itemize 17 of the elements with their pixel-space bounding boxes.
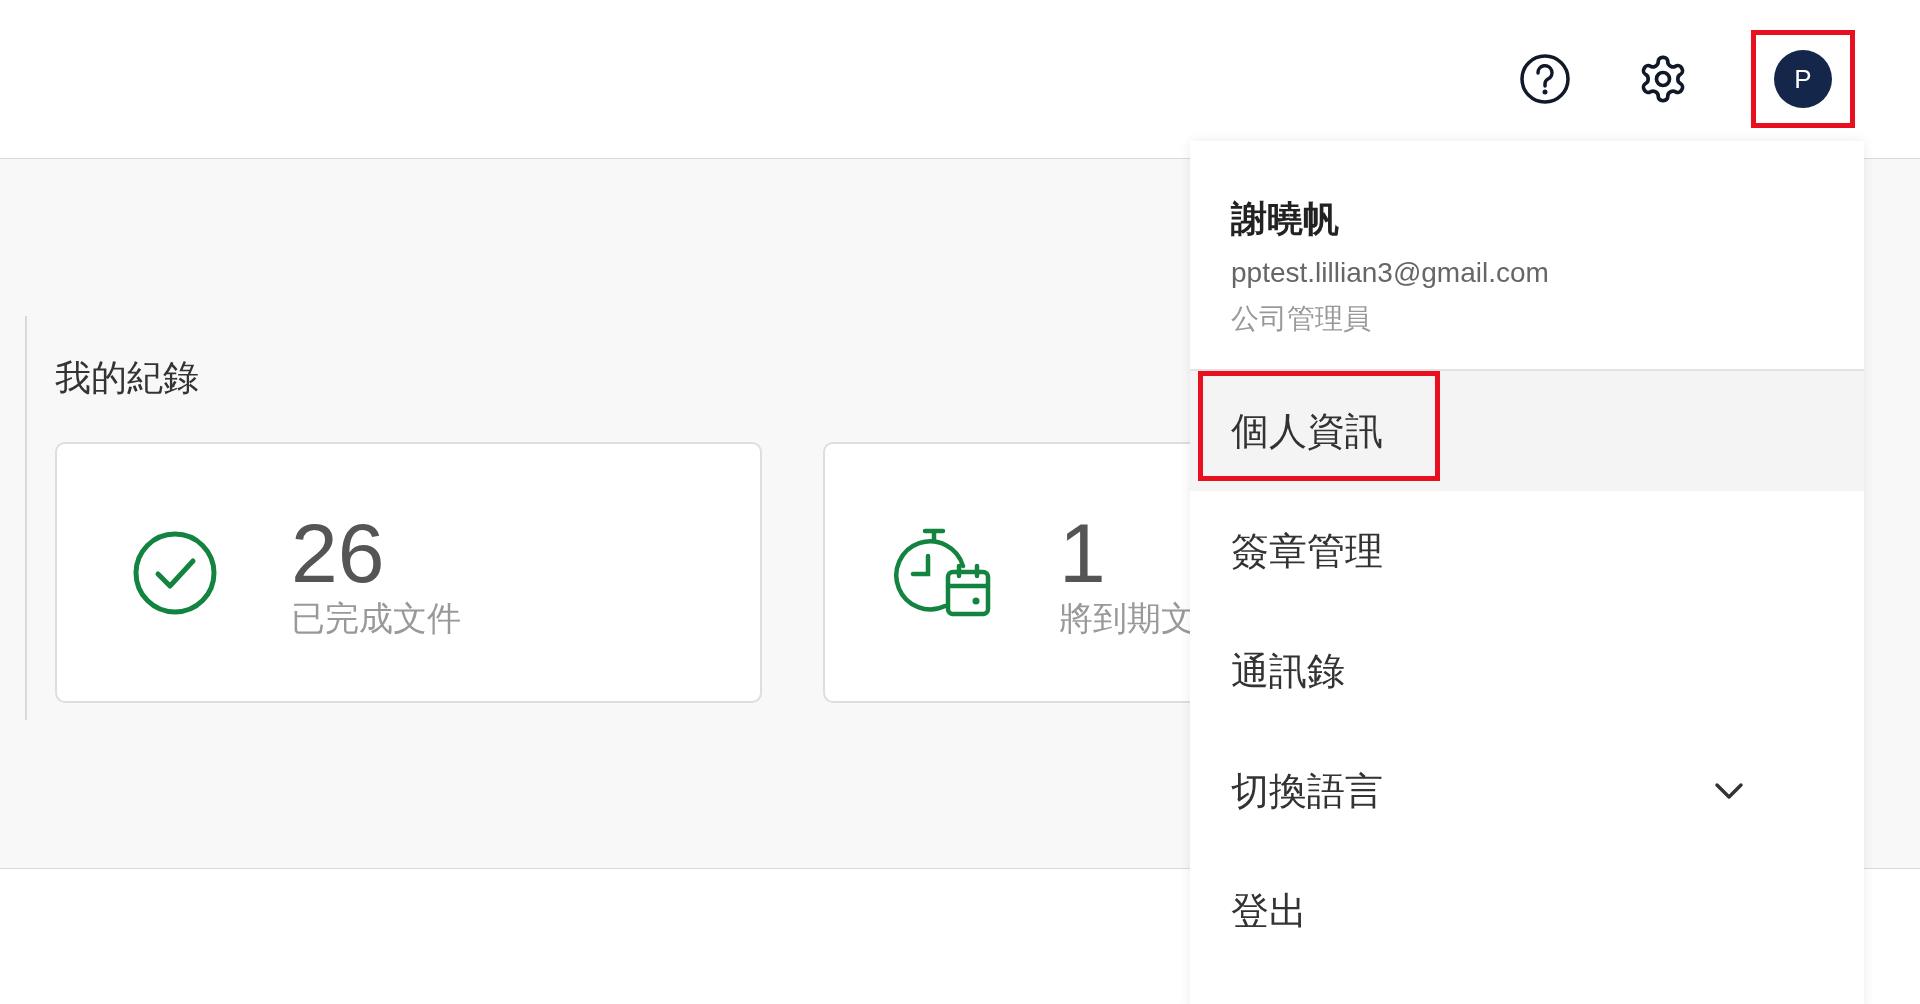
user-role: 公司管理員	[1231, 305, 1372, 333]
user-email: pptest.lillian3@gmail.com	[1231, 259, 1550, 287]
section-title: 我的紀錄	[55, 360, 200, 396]
help-icon[interactable]	[1519, 53, 1571, 105]
stat-count: 1	[1059, 510, 1107, 595]
menu-item[interactable]: 簽章管理	[1190, 491, 1864, 611]
menu-item[interactable]: 登出	[1190, 851, 1864, 971]
stopwatch-calendar-icon	[893, 527, 993, 618]
menu-item[interactable]: 個人資訊	[1190, 371, 1864, 491]
stat-count: 26	[291, 510, 386, 595]
check-circle-icon	[132, 529, 218, 616]
avatar-button[interactable]: P	[1774, 50, 1832, 108]
menu-item[interactable]: 通訊錄	[1190, 611, 1864, 731]
menu-item[interactable]: 切換語言	[1190, 731, 1864, 851]
user-name: 謝曉帆	[1231, 201, 1340, 237]
stat-label: 已完成文件	[291, 600, 461, 635]
chevron-down-icon[interactable]	[1714, 782, 1744, 800]
